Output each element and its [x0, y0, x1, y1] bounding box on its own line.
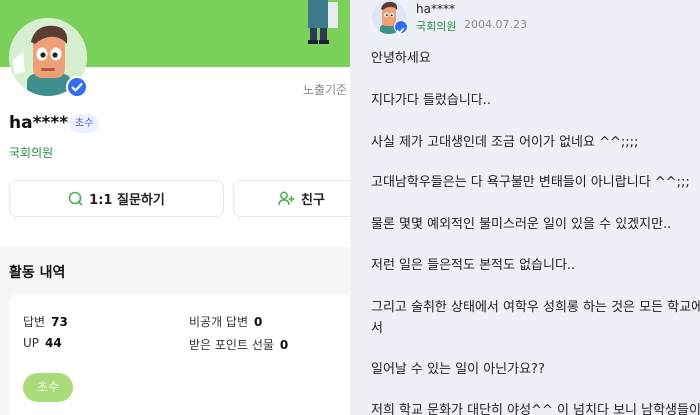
exposure-criteria-label[interactable]: 노출기준: [303, 81, 347, 98]
banner-character-figure: [308, 0, 338, 44]
post-line: 일어날 수 있는 일이 아닌가요??: [371, 362, 545, 377]
stat-label: 답변: [23, 315, 46, 329]
question-button-label: 1:1 질문하기: [89, 193, 165, 208]
stat-private-answers[interactable]: 비공개 답변 0: [189, 313, 262, 330]
post-date: 2004.07.23: [464, 18, 527, 31]
post-line: 물론 몇몇 예외적인 불미스러운 일이 있을 수 있겠지만..: [371, 217, 672, 232]
stat-label: 비공개 답변: [189, 315, 249, 329]
post-line: 고대남학우들은는 다 욕구불만 변태들이 아니랍니다 ^^;;;: [371, 175, 690, 190]
post-line: 저희 학교 문화가 대단히 야성^^ 이 넘치다 보니 남학생들이: [371, 403, 700, 415]
post-author-group: 국회의원: [416, 20, 457, 33]
activity-section-title: 활동 내역: [9, 265, 66, 281]
post-author-name[interactable]: ha****: [416, 2, 455, 16]
stat-value: 0: [254, 315, 263, 329]
activity-stats-card: 답변 73 비공개 답변 0 UP 44 받은 포인트 선물 0 초수: [9, 294, 350, 415]
grade-pill: 초수: [23, 373, 73, 402]
stat-value: 73: [51, 315, 68, 329]
question-circle-icon: [68, 191, 83, 206]
add-friend-button[interactable]: 친구: [233, 180, 350, 217]
stat-value: 44: [45, 336, 62, 350]
user-group: 국회의원: [9, 146, 54, 160]
post-line: 안녕하세요: [371, 51, 431, 66]
profile-panel: 노출기준 ha**** 초수 국회의원 1:1 질문하기 친구 활동 내역 답변…: [0, 0, 350, 415]
stat-label: 받은 포인트 선물: [189, 338, 274, 352]
stat-label: UP: [23, 336, 40, 350]
stat-value: 0: [279, 338, 289, 352]
verified-check-icon: [66, 76, 88, 98]
post-line: 지다가다 들렀습니다..: [371, 93, 492, 108]
verified-check-icon: [394, 20, 408, 34]
grade-badge: 초수: [69, 114, 100, 133]
stat-point-gifts[interactable]: 받은 포인트 선물 0: [189, 336, 288, 353]
post-line: 사실 제가 고대생인데 조금 어이가 없네요 ^^;;;;: [371, 135, 639, 150]
post-line: 저런 일은 들은적도 본적도 없습니다..: [371, 258, 576, 273]
post-panel: ha**** 국회의원 2004.07.23 안녕하세요 지다가다 들렀습니다.…: [350, 0, 700, 415]
post-line: 그리고 술취한 상태에서 여학우 성희롱 하는 것은 모든 학교에: [371, 300, 700, 315]
add-friend-label: 친구: [301, 193, 325, 208]
add-friend-icon: [278, 191, 295, 206]
question-button[interactable]: 1:1 질문하기: [9, 180, 224, 217]
user-name: ha****: [9, 113, 69, 133]
post-line: 서: [371, 321, 383, 336]
stat-up[interactable]: UP 44: [23, 336, 62, 350]
stat-answers[interactable]: 답변 73: [23, 313, 68, 330]
